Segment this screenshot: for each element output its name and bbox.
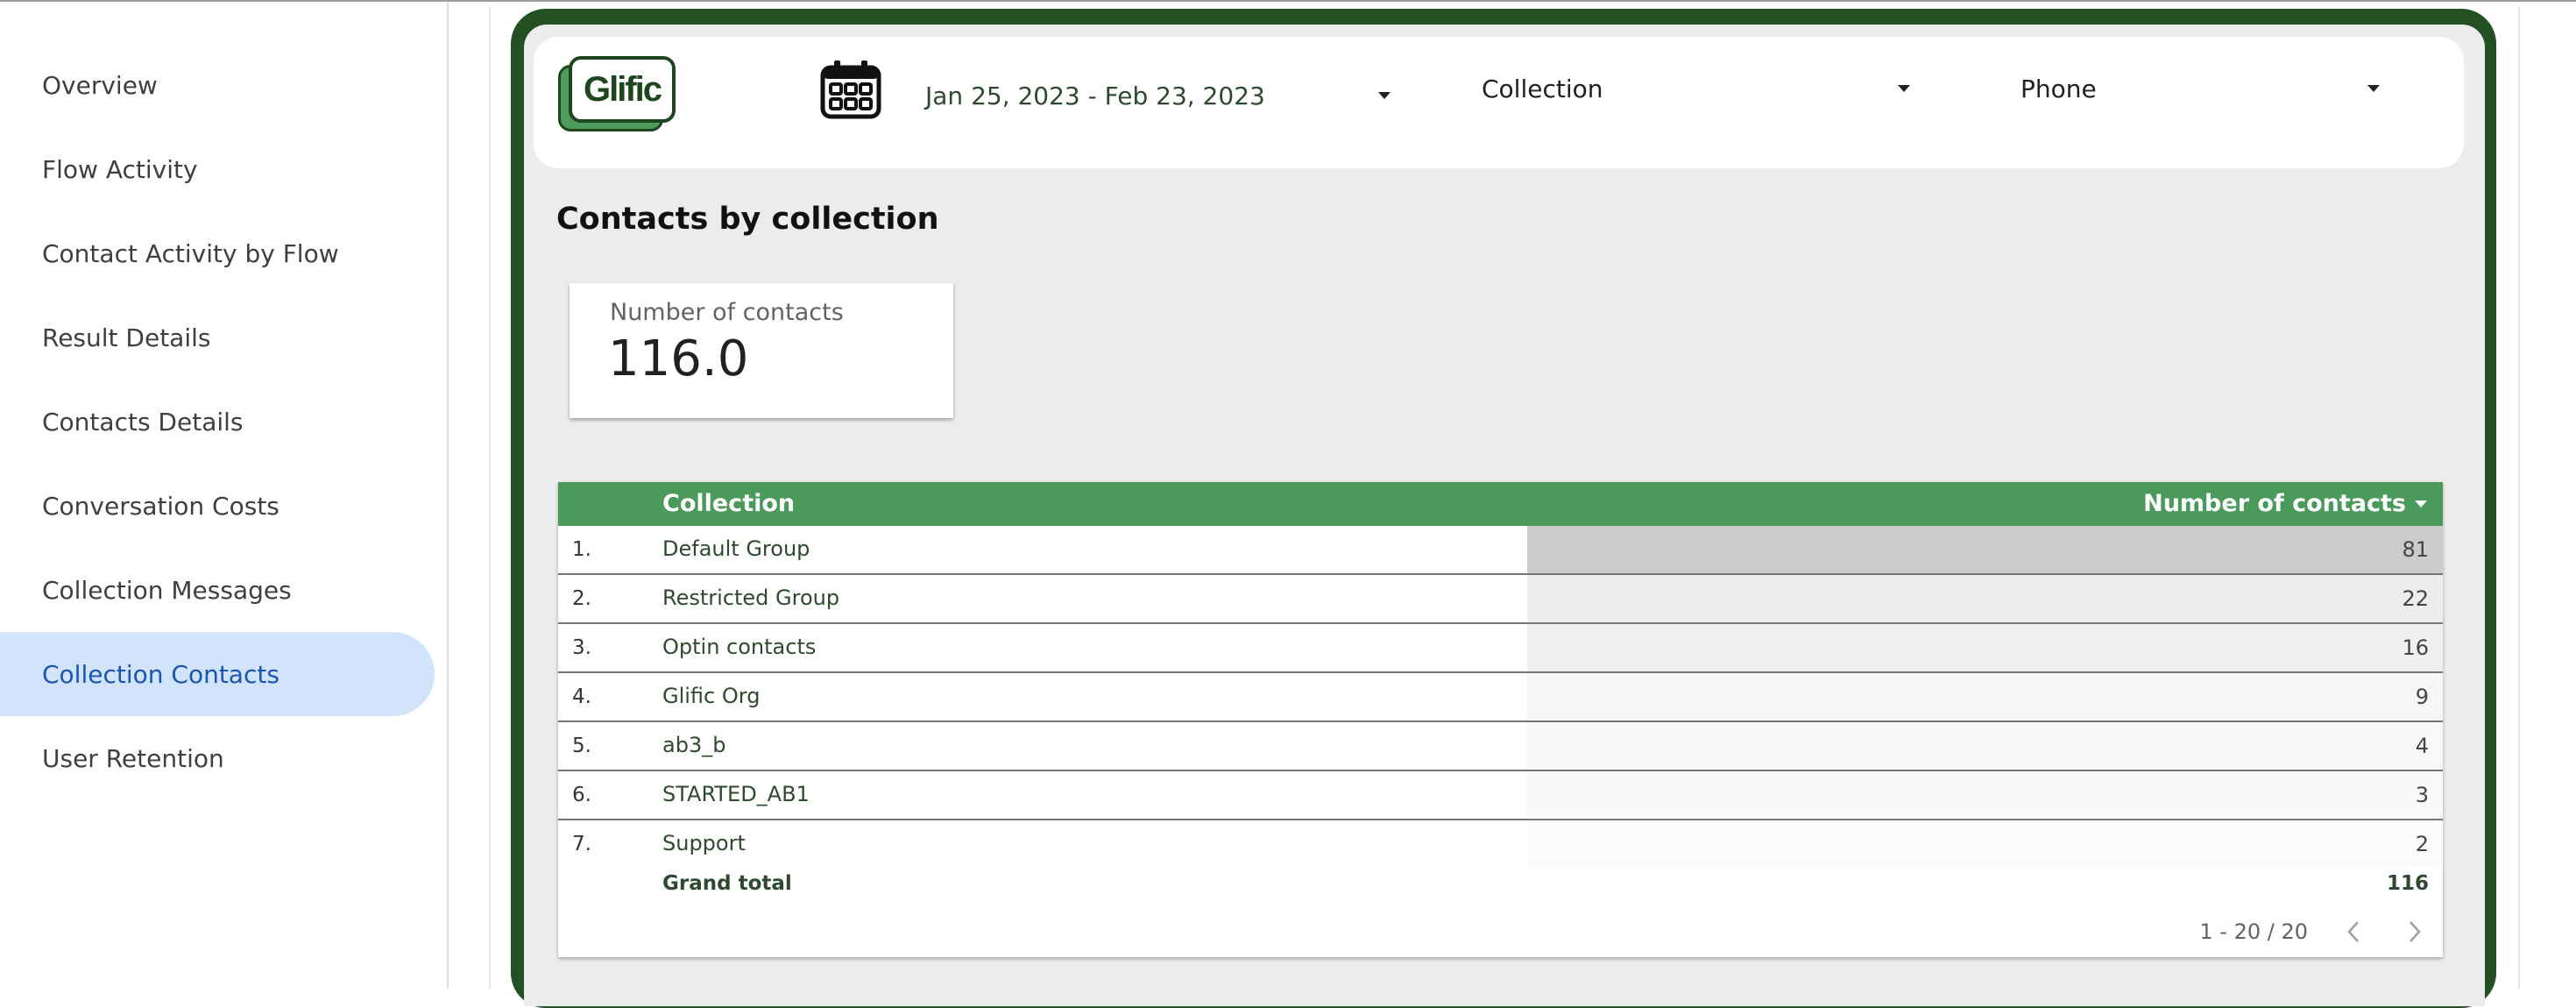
- row-contact-count: 22: [2402, 586, 2429, 611]
- column-header-collection[interactable]: Collection: [662, 490, 795, 517]
- row-contact-count: 9: [2415, 685, 2429, 709]
- row-contact-count: 16: [2402, 635, 2429, 660]
- nav-item-contact-activity-by-flow[interactable]: Contact Activity by Flow: [0, 211, 435, 295]
- row-collection-name: Optin contacts: [662, 635, 817, 659]
- row-bar: [1527, 575, 2443, 622]
- row-collection-name: ab3_b: [662, 733, 726, 757]
- row-index: 5.: [572, 735, 591, 757]
- nav-item-overview[interactable]: Overview: [0, 43, 435, 127]
- row-collection-name: Support: [662, 831, 746, 855]
- scorecard-value: 116.0: [608, 330, 749, 387]
- glific-logo: Glific: [558, 56, 676, 131]
- row-bar: [1527, 673, 2443, 721]
- pagination-text: 1 - 20 / 20: [2199, 919, 2308, 944]
- section-title: Contacts by collection: [556, 202, 939, 237]
- grand-total-value: 116: [2386, 872, 2429, 895]
- row-bar: [1527, 820, 2443, 868]
- collection-filter[interactable]: Collection: [1482, 62, 1914, 115]
- row-bar: [1527, 722, 2443, 770]
- row-contact-count: 4: [2415, 734, 2429, 758]
- table-row[interactable]: 6. STARTED_AB1 3: [558, 771, 2443, 820]
- row-collection-name: STARTED_AB1: [662, 782, 810, 806]
- date-range-text: Jan 25, 2023 - Feb 23, 2023: [925, 81, 1265, 110]
- logo-text: Glific: [569, 56, 676, 123]
- row-collection-name: Default Group: [662, 536, 810, 561]
- sort-desc-icon[interactable]: [2415, 500, 2427, 508]
- row-index: 4.: [572, 685, 591, 708]
- scorecard-label: Number of contacts: [610, 299, 844, 326]
- table-row[interactable]: 7. Support 2: [558, 820, 2443, 870]
- contacts-scorecard: Number of contacts 116.0: [570, 283, 953, 418]
- nav-item-result-details[interactable]: Result Details: [0, 295, 435, 380]
- chevron-left-icon[interactable]: [2341, 919, 2367, 945]
- row-index: 2.: [572, 587, 591, 610]
- phone-filter[interactable]: Phone: [2020, 62, 2387, 115]
- nav-item-conversation-costs[interactable]: Conversation Costs: [0, 464, 435, 548]
- table-header: Collection Number of contacts: [558, 482, 2443, 526]
- nav-item-user-retention[interactable]: User Retention: [0, 716, 435, 800]
- nav-item-flow-activity[interactable]: Flow Activity: [0, 127, 435, 211]
- date-range-control[interactable]: Jan 25, 2023 - Feb 23, 2023: [925, 69, 1393, 122]
- row-collection-name: Restricted Group: [662, 586, 840, 610]
- row-contact-count: 3: [2415, 783, 2429, 807]
- table-row[interactable]: 3. Optin contacts 16: [558, 624, 2443, 673]
- nav-item-contacts-details[interactable]: Contacts Details: [0, 380, 435, 464]
- row-index: 3.: [572, 636, 591, 659]
- row-bar: [1527, 624, 2443, 671]
- grand-total-label: Grand total: [662, 872, 792, 895]
- row-contact-count: 81: [2402, 537, 2429, 562]
- nav-item-collection-messages[interactable]: Collection Messages: [0, 548, 435, 632]
- row-collection-name: Glific Org: [662, 684, 761, 708]
- chevron-down-icon: [1898, 85, 1910, 92]
- report-page-nav: Overview Flow Activity Contact Activity …: [0, 2, 449, 989]
- phone-filter-label: Phone: [2020, 74, 2097, 103]
- row-index: 1.: [572, 538, 591, 561]
- collection-contacts-table: Collection Number of contacts 1. Default…: [558, 482, 2443, 957]
- row-bar: [1527, 526, 2443, 573]
- row-index: 6.: [572, 784, 591, 806]
- row-bar: [1527, 771, 2443, 819]
- row-index: 7.: [572, 833, 591, 855]
- nav-item-collection-contacts[interactable]: Collection Contacts: [0, 632, 435, 716]
- collection-filter-label: Collection: [1482, 74, 1603, 103]
- calendar-icon[interactable]: [820, 60, 881, 119]
- table-row[interactable]: 1. Default Group 81: [558, 526, 2443, 575]
- row-contact-count: 2: [2415, 832, 2429, 856]
- chevron-down-icon: [2367, 85, 2380, 92]
- table-row[interactable]: 2. Restricted Group 22: [558, 575, 2443, 624]
- chevron-down-icon: [1378, 92, 1391, 99]
- table-row[interactable]: 4. Glific Org 9: [558, 673, 2443, 722]
- column-header-number-of-contacts[interactable]: Number of contacts: [2143, 490, 2406, 517]
- chevron-right-icon[interactable]: [2401, 919, 2427, 945]
- table-row[interactable]: 5. ab3_b 4: [558, 722, 2443, 771]
